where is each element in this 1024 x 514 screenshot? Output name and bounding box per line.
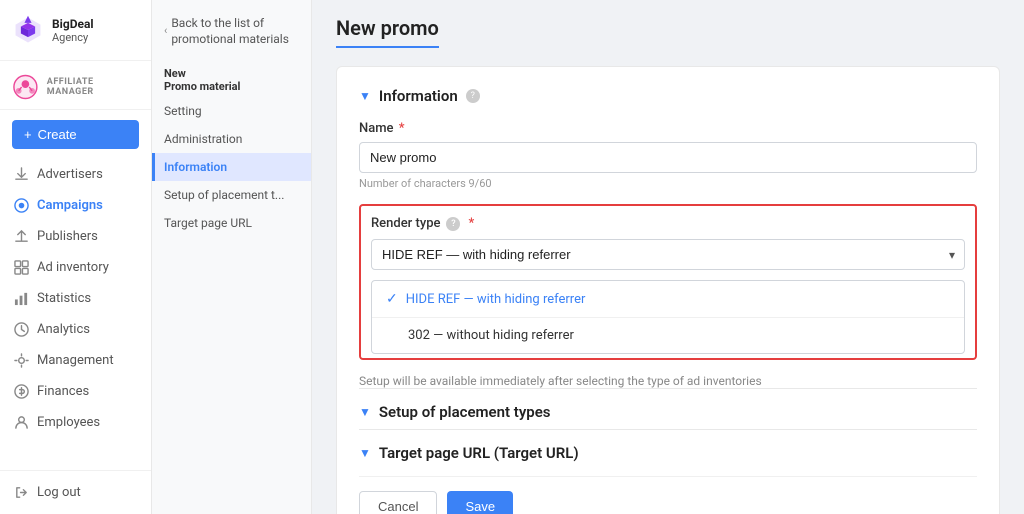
logo-text: BigDeal Agency xyxy=(52,17,94,44)
target-url-collapse-arrow[interactable]: ▼ xyxy=(359,446,371,460)
download-icon xyxy=(14,167,29,182)
render-type-select[interactable]: HIDE REF — with hiding referrer302 — wit… xyxy=(371,239,965,270)
render-type-required: * xyxy=(468,216,474,231)
affiliate-section: AFFILIATE MANAGER xyxy=(0,61,151,110)
information-help-icon[interactable]: ? xyxy=(466,89,480,103)
sidebar-item-statistics[interactable]: Statistics xyxy=(0,283,151,314)
information-card: ▼ Information ? Name * Number of charact… xyxy=(336,66,1000,514)
back-link[interactable]: ‹ Back to the list of promotional materi… xyxy=(152,8,311,61)
action-bar: Cancel Save xyxy=(359,476,977,514)
sidebar-item-management[interactable]: Management xyxy=(0,345,151,376)
information-section-header: ▼ Information ? xyxy=(359,87,977,105)
upload-icon xyxy=(14,229,29,244)
logo-icon xyxy=(12,14,44,46)
logo-area: BigDeal Agency xyxy=(0,0,151,61)
sidebar-item-finances[interactable]: Finances xyxy=(0,376,151,407)
plus-icon: + xyxy=(24,127,32,142)
sidebar-item-ad-inventory[interactable]: Ad inventory xyxy=(0,252,151,283)
circle-dot-icon xyxy=(14,198,29,213)
render-type-label: Render type ? * xyxy=(371,216,965,231)
logout-icon xyxy=(14,485,29,500)
sidebar-item-campaigns[interactable]: Campaigns xyxy=(0,190,151,221)
save-button[interactable]: Save xyxy=(447,491,513,514)
target-url-section: ▼ Target page URL (Target URL) xyxy=(359,429,977,470)
render-type-help-icon[interactable]: ? xyxy=(446,217,460,231)
setup-placement-collapse-arrow[interactable]: ▼ xyxy=(359,405,371,419)
secondary-sidebar: ‹ Back to the list of promotional materi… xyxy=(152,0,312,514)
sec-nav-target-page-url[interactable]: Target page URL xyxy=(152,209,311,237)
page-title: New promo xyxy=(336,16,439,48)
sidebar-item-publishers[interactable]: Publishers xyxy=(0,221,151,252)
analytics-icon xyxy=(14,322,29,337)
setup-placement-section: ▼ Setup of placement types xyxy=(359,388,977,429)
sec-nav-information[interactable]: Information xyxy=(152,153,311,181)
char-count: Number of characters 9/60 xyxy=(359,177,977,190)
grid-icon xyxy=(14,260,29,275)
render-type-select-wrapper: HIDE REF — with hiding referrer302 — wit… xyxy=(371,239,965,270)
logout-item[interactable]: Log out xyxy=(0,477,151,508)
name-input[interactable] xyxy=(359,142,977,173)
main-content: New promo ▼ Information ? Name * Number … xyxy=(312,0,1024,514)
dropdown-option-302[interactable]: 302 — without hiding referrer xyxy=(372,318,964,353)
render-type-box: Render type ? * HIDE REF — with hiding r… xyxy=(359,204,977,360)
dropdown-option-hide-ref[interactable]: ✓ HIDE REF — with hiding referrer xyxy=(372,281,964,317)
sidebar-item-employees[interactable]: Employees xyxy=(0,407,151,438)
back-chevron-icon: ‹ xyxy=(164,24,167,38)
name-required: * xyxy=(399,121,405,136)
sec-nav-setting[interactable]: Setting xyxy=(152,97,311,125)
name-label: Name * xyxy=(359,121,977,136)
new-label: New xyxy=(164,67,299,80)
main-sidebar: BigDeal Agency AFFILIATE MANAGER + Creat… xyxy=(0,0,152,514)
sidebar-item-advertisers[interactable]: Advertisers xyxy=(0,159,151,190)
target-url-title: Target page URL (Target URL) xyxy=(379,444,579,462)
dollar-icon xyxy=(14,384,29,399)
affiliate-label: AFFILIATE MANAGER xyxy=(47,77,139,97)
create-button[interactable]: + Create xyxy=(12,120,139,149)
render-type-dropdown: ✓ HIDE REF — with hiding referrer 302 — … xyxy=(371,280,965,354)
bar-chart-icon xyxy=(14,291,29,306)
setup-note: Setup will be available immediately afte… xyxy=(359,374,977,388)
nav-bottom: Log out xyxy=(0,470,151,514)
sec-nav-administration[interactable]: Administration xyxy=(152,125,311,153)
cancel-button[interactable]: Cancel xyxy=(359,491,437,514)
management-icon xyxy=(14,353,29,368)
person-icon xyxy=(14,415,29,430)
promo-material-label: New Promo material xyxy=(152,61,311,97)
sec-nav-setup-placement[interactable]: Setup of placement t... xyxy=(152,181,311,209)
information-section-title: Information xyxy=(379,87,458,105)
information-collapse-arrow[interactable]: ▼ xyxy=(359,89,371,103)
affiliate-icon xyxy=(12,73,39,101)
check-icon: ✓ xyxy=(386,291,398,307)
setup-placement-title: Setup of placement types xyxy=(379,403,551,421)
sidebar-item-analytics[interactable]: Analytics xyxy=(0,314,151,345)
promo-material-text: Promo material xyxy=(164,80,299,93)
